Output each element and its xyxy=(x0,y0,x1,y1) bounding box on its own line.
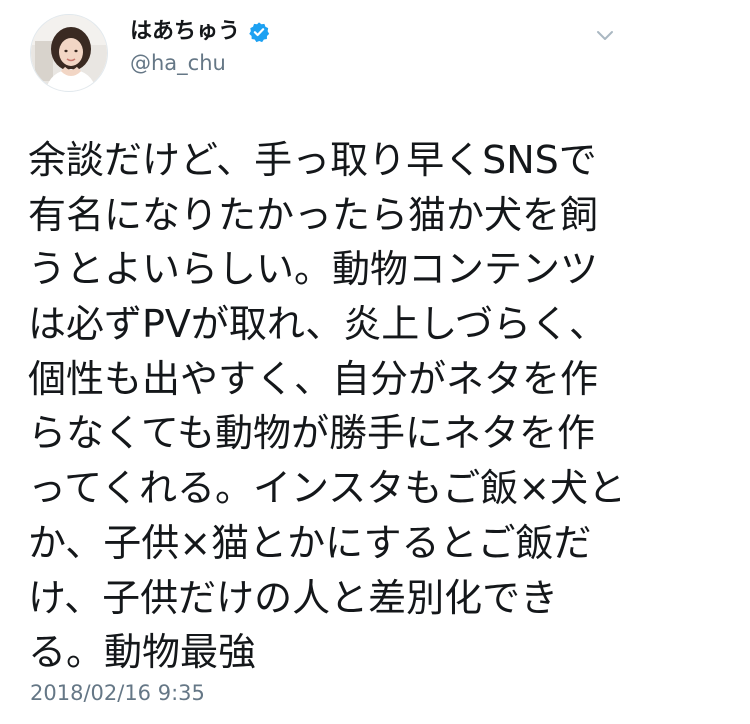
avatar[interactable] xyxy=(30,14,108,92)
author-name-row: はあちゅう xyxy=(130,18,270,46)
tweet-text-line: け、子供だけの人と差別化でき xyxy=(28,575,559,620)
tweet-text-line: らなくても動物が勝手にネタを作 xyxy=(28,411,595,456)
tweet-text-line: 個性も出やすく、自分がネタを作 xyxy=(28,356,599,401)
tweet-text-line: か、子供×猫とかにするとご飯だ xyxy=(28,520,592,565)
tweet-text-line: ってくれる。インスタもご飯×犬と xyxy=(28,466,627,511)
tweet-text-line: うとよいらしい。動物コンテンツ xyxy=(28,247,599,292)
tweet-text-line: は必ずPVが取れ、炎上しづらく、 xyxy=(28,302,608,347)
tweet-timestamp[interactable]: 2018/02/16 9:35 xyxy=(30,680,205,706)
tweet-text-line: 有名になりたかったら猫か犬を飼 xyxy=(28,192,599,237)
profile-photo-icon xyxy=(31,15,107,91)
tweet-text-line: る。動物最強 xyxy=(28,630,257,675)
verified-badge-icon xyxy=(248,21,270,43)
tweet-text-line: 余談だけど、手っ取り早くSNSで xyxy=(28,138,597,182)
author-display-name[interactable]: はあちゅう xyxy=(130,18,240,46)
chevron-down-icon[interactable] xyxy=(592,22,618,48)
author-handle[interactable]: @ha_chu xyxy=(130,50,226,76)
tweet-text: 余談だけど、手っ取り早くSNSで 有名になりたかったら猫か犬を飼 うとよいらしい… xyxy=(28,133,628,680)
